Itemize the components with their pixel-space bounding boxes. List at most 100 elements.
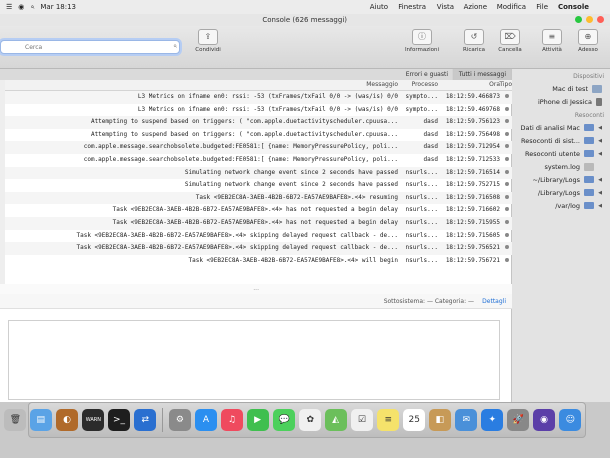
menu-app-name[interactable]: Console xyxy=(553,3,594,11)
table-row[interactable]: 18:12:59.756123 dasd Attempting to suspend… xyxy=(0,116,512,129)
clear-button[interactable]: ⌫ Cancella xyxy=(492,29,528,53)
row-time: 18:12:59.712533 xyxy=(445,155,500,163)
table-row[interactable]: 18:12:59.715955 nsurls... Task <9EB2EC8A-3… xyxy=(0,216,512,230)
row-time: 18:12:59.756721 xyxy=(445,256,500,264)
finder-icon[interactable]: ☺ xyxy=(559,409,581,431)
disclosure-triangle-icon[interactable]: ▶ xyxy=(597,125,602,131)
notes-icon[interactable]: ≡ xyxy=(377,409,399,431)
sidebar-device-iphone[interactable]: iPhone di Jessica xyxy=(512,95,610,108)
safari-icon[interactable]: ✦ xyxy=(481,409,503,431)
activities-button[interactable]: ≡ Attività xyxy=(534,29,570,53)
maps-icon[interactable]: ◭ xyxy=(325,409,347,431)
menu-aiuto[interactable]: Aiuto xyxy=(365,3,393,11)
disclosure-triangle-icon[interactable]: ▶ xyxy=(597,151,602,157)
search-icon: ⌕ xyxy=(173,42,177,50)
menu-modifica[interactable]: Modifica xyxy=(492,3,531,11)
photos-icon[interactable]: ✿ xyxy=(299,409,321,431)
search-input[interactable] xyxy=(23,41,167,54)
table-row[interactable]: 18:12:59.716602 nsurls... Task <9EB2EC8A-3… xyxy=(0,204,512,217)
minimize-button[interactable] xyxy=(586,16,593,23)
col-message-label: Messaggio xyxy=(366,81,398,88)
table-row[interactable]: 18:12:59.716514 nsurls... Simulating netwo… xyxy=(0,166,512,180)
sidebar-item-user-library-logs[interactable]: ▶ ~/Library/Logs xyxy=(512,173,610,186)
terminal-icon[interactable]: >_ xyxy=(108,409,130,431)
row-time: 18:12:59.756123 xyxy=(445,118,500,126)
menu-vista[interactable]: Vista xyxy=(431,3,458,11)
notification-center-icon[interactable]: ☰ xyxy=(6,3,12,11)
pane-splitter[interactable]: ... xyxy=(0,284,512,294)
disclosure-triangle-icon[interactable]: ▶ xyxy=(597,138,602,144)
mail-icon[interactable]: ✉ xyxy=(455,409,477,431)
trash-icon[interactable]: 🗑 xyxy=(4,409,26,431)
sidebar-item-var-log[interactable]: ▶ /var/log xyxy=(512,199,610,212)
remote-icon[interactable]: ⇄ xyxy=(134,409,156,431)
spotlight-icon[interactable]: ⌕ xyxy=(30,3,34,12)
settings-icon[interactable]: ⚙ xyxy=(169,409,191,431)
menu-finestra[interactable]: Finestra xyxy=(393,3,431,11)
appstore-icon[interactable]: A xyxy=(195,409,217,431)
tab-errors-faults[interactable]: Errori e guasti xyxy=(400,69,454,80)
clock[interactable]: Mar 18:13 xyxy=(40,3,76,11)
console-icon[interactable]: WARN xyxy=(82,409,104,431)
preview-icon[interactable]: ▤ xyxy=(30,409,52,431)
notes-icon-glyph: ≡ xyxy=(384,415,392,425)
sidebar-item-analytics[interactable]: ▶ Dati di analisi Mac xyxy=(512,121,610,134)
tab-all-messages[interactable]: Tutti i messaggi xyxy=(453,69,512,80)
window-title: Console (626 messaggi) xyxy=(262,16,348,24)
disclosure-triangle-icon[interactable]: ▶ xyxy=(597,203,602,209)
row-time: 18:12:59.712954 xyxy=(445,143,500,151)
reminders-icon[interactable]: ☑ xyxy=(351,409,373,431)
facetime-icon[interactable]: ▶ xyxy=(247,409,269,431)
table-row[interactable]: 18:12:59.756498 dasd Attempting to suspend… xyxy=(0,129,512,142)
type-dot-icon xyxy=(502,255,512,268)
dock: ☺ ◉ 🚀 ✦ ✉ ◧ 25 ≡ ☑ ◭ ✿ 💬 ▶ ♫ A ⚙ ⇄ >_ WARN ◐ ▤ 🗑 xyxy=(4,402,586,438)
sidebar-item-user-reports[interactable]: ▶ Resoconti utente xyxy=(512,147,610,160)
vlc-icon[interactable]: ◐ xyxy=(56,409,78,431)
table-row[interactable]: 18:12:59.756721 nsurls... Task <9EB2EC8A-3… xyxy=(0,255,512,268)
sidebar-item-library-logs[interactable]: ▶ /Library/Logs xyxy=(512,186,610,199)
col-time[interactable]: Ora xyxy=(438,80,502,90)
sidebar-item-system-reports[interactable]: ▶ Resoconti di sist... xyxy=(512,134,610,147)
reload-label: Ricarica xyxy=(463,47,485,53)
type-dot-icon xyxy=(502,242,512,255)
row-process: nsurls... xyxy=(405,181,438,189)
col-message[interactable]: Messaggio xyxy=(0,80,400,90)
table-row[interactable]: 18:12:59.712533 dasd com.apple.message.sea… xyxy=(0,154,512,167)
sidebar-item-system-log[interactable]: system.log xyxy=(512,160,610,173)
reload-button[interactable]: ↻ Ricarica xyxy=(456,29,492,53)
siri-menu-icon[interactable]: ◉ xyxy=(18,3,24,11)
close-button[interactable] xyxy=(597,16,604,23)
siri-icon[interactable]: ◉ xyxy=(533,409,555,431)
table-row[interactable]: 18:12:59.712954 dasd com.apple.message.sea… xyxy=(0,141,512,154)
disclosure-triangle-icon[interactable]: ▶ xyxy=(597,190,602,196)
zoom-button[interactable] xyxy=(575,16,582,23)
row-time: 18:12:59.715605 xyxy=(445,231,500,239)
calendar-icon[interactable]: 25 xyxy=(403,409,425,431)
contacts-icon[interactable]: ◧ xyxy=(429,409,451,431)
table-scrollbar[interactable] xyxy=(0,80,5,284)
col-type[interactable]: Tipo xyxy=(499,80,512,90)
table-row[interactable]: 18:12:59.715605 nsurls... Task <9EB2EC8A-3… xyxy=(0,230,512,243)
disclosure-triangle-icon[interactable]: ▶ xyxy=(597,177,602,183)
launchpad-icon[interactable]: 🚀 xyxy=(507,409,529,431)
row-message: com.apple.message.searchobsolete.budgete… xyxy=(83,143,398,151)
messages-icon[interactable]: 💬 xyxy=(273,409,295,431)
search-field[interactable]: ⌕ xyxy=(0,40,180,54)
music-icon[interactable]: ♫ xyxy=(221,409,243,431)
menu-azione[interactable]: Azione xyxy=(459,3,492,11)
menu-file[interactable]: File xyxy=(531,3,553,11)
info-button[interactable]: ⓘ Informazioni xyxy=(404,29,440,53)
console-window: Console (626 messaggi) ⊕ Adesso ≡ Attivi… xyxy=(0,14,610,402)
sidebar-item-label: /Library/Logs xyxy=(537,188,580,197)
col-process[interactable]: Processo xyxy=(400,80,438,90)
sidebar-device-mac[interactable]: Mac di test xyxy=(512,82,610,95)
table-row[interactable]: 18:12:59.752715 nsurls... Simulating netwo… xyxy=(0,179,512,192)
folder-icon xyxy=(584,176,594,183)
table-row[interactable]: 18:12:59.469768 sympto... L3 Metrics on if… xyxy=(0,104,512,117)
table-row[interactable]: 18:12:59.716508 nsurls... Task <9EB2EC8A-3… xyxy=(0,191,512,205)
now-button[interactable]: ⊕ Adesso xyxy=(570,29,606,53)
tab-details[interactable]: Dettagli xyxy=(482,298,506,305)
table-row[interactable]: 18:12:59.756521 nsurls... Task <9EB2EC8A-3… xyxy=(0,242,512,255)
share-button[interactable]: ⇪ Condividi xyxy=(190,29,226,53)
table-row[interactable]: 18:12:59.466873 sympto... L3 Metrics on if… xyxy=(0,91,512,104)
